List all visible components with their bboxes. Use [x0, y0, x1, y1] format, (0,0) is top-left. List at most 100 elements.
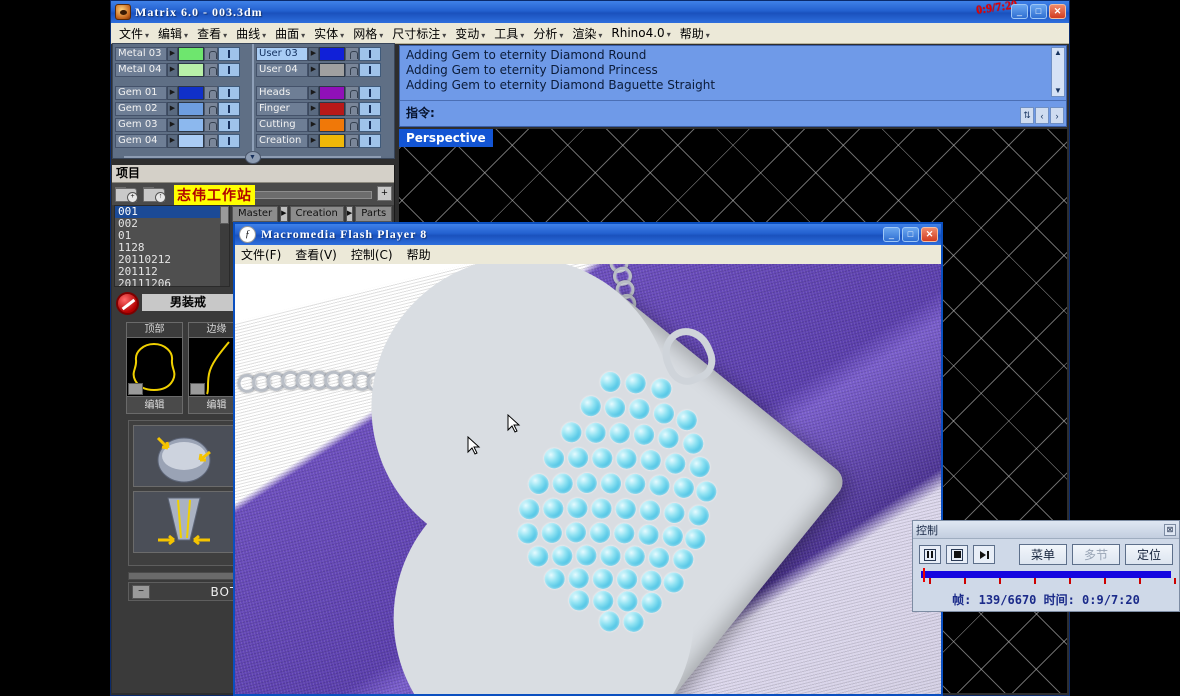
timeline-track[interactable]: [921, 568, 1171, 582]
layer-name[interactable]: Metal 03: [115, 46, 167, 61]
layer-expand-icon[interactable]: ▶: [308, 85, 319, 100]
layer-expand-icon[interactable]: ▶: [167, 46, 178, 61]
layer-visibility-icon[interactable]: [218, 85, 240, 100]
minimize-button[interactable]: _: [1011, 4, 1028, 19]
layer-expand-icon[interactable]: ▶: [167, 101, 178, 116]
lock-icon[interactable]: [204, 133, 218, 148]
layer-expand-icon[interactable]: ▶: [167, 133, 178, 148]
menu-render[interactable]: 渲染 ▾: [572, 25, 602, 42]
lock-icon[interactable]: [345, 117, 359, 132]
menu-mesh[interactable]: 网格 ▾: [353, 25, 383, 42]
menu-transform[interactable]: 变动 ▾: [455, 25, 485, 42]
layer-expand-icon[interactable]: ▶: [308, 46, 319, 61]
layer-row[interactable]: User 04 ▶: [256, 62, 389, 77]
locate-button[interactable]: 定位: [1125, 544, 1173, 565]
layer-visibility-icon[interactable]: [359, 85, 381, 100]
layer-name[interactable]: Gem 03: [115, 117, 167, 132]
layer-color-swatch[interactable]: [319, 117, 345, 132]
layer-visibility-icon[interactable]: [359, 101, 381, 116]
scroll-down-icon[interactable]: ▼: [1052, 86, 1064, 96]
layer-visibility-icon[interactable]: [359, 133, 381, 148]
flash-minimize-button[interactable]: _: [883, 227, 900, 242]
flash-menu-control[interactable]: 控制(C): [351, 246, 393, 263]
layer-expand-icon[interactable]: ▶: [308, 117, 319, 132]
browse-icon[interactable]: [128, 383, 143, 395]
layer-expand-icon[interactable]: ▶: [308, 133, 319, 148]
layer-name[interactable]: User 03: [256, 46, 308, 61]
lock-icon[interactable]: [345, 46, 359, 61]
scroll-up-icon[interactable]: ▲: [1052, 48, 1064, 58]
menu-edit[interactable]: 编辑 ▾: [158, 25, 188, 42]
lock-icon[interactable]: [345, 101, 359, 116]
layer-color-swatch[interactable]: [319, 46, 345, 61]
new-folder-icon[interactable]: +: [115, 186, 138, 203]
flash-stage[interactable]: [235, 264, 941, 694]
lock-icon[interactable]: [345, 85, 359, 100]
flash-menu-file[interactable]: 文件(F): [241, 246, 281, 263]
tool-ring-taper-top[interactable]: [133, 425, 234, 487]
layer-name[interactable]: Heads: [256, 85, 308, 100]
tab-creation[interactable]: Creation: [289, 206, 344, 222]
layer-visibility-icon[interactable]: [359, 117, 381, 132]
control-close-icon[interactable]: ⊠: [1164, 523, 1176, 536]
menu-tools[interactable]: 工具 ▾: [494, 25, 524, 42]
flash-close-button[interactable]: ✕: [921, 227, 938, 242]
layer-expand-icon[interactable]: ▶: [308, 101, 319, 116]
flash-maximize-button[interactable]: □: [902, 227, 919, 242]
layer-name[interactable]: Cutting: [256, 117, 308, 132]
project-list-scrollbar[interactable]: [220, 206, 229, 286]
list-item[interactable]: 20111206: [115, 278, 229, 287]
menu-analyze[interactable]: 分析 ▾: [533, 25, 563, 42]
layer-row[interactable]: Gem 02 ▶: [115, 101, 250, 116]
layer-row[interactable]: User 03 ▶: [256, 46, 389, 61]
command-prompt-row[interactable]: 指令: ⇅ ‹ ›: [400, 100, 1066, 124]
layer-name[interactable]: Gem 02: [115, 101, 167, 116]
layer-color-swatch[interactable]: [178, 101, 204, 116]
tool-shank-width[interactable]: [133, 491, 234, 553]
chevron-down-icon[interactable]: ▼: [244, 150, 261, 164]
layer-panel-collapse-bar[interactable]: ▼: [112, 150, 393, 164]
menu-surface[interactable]: 曲面 ▾: [275, 25, 305, 42]
menu-file[interactable]: 文件 ▾: [119, 25, 149, 42]
step-forward-button[interactable]: [973, 545, 995, 564]
control-titlebar[interactable]: 控制 ⊠: [913, 521, 1179, 539]
layer-row[interactable]: Metal 04 ▶: [115, 62, 250, 77]
stop-button[interactable]: [946, 545, 968, 564]
viewport-label[interactable]: Perspective: [399, 129, 493, 147]
layer-name[interactable]: Gem 01: [115, 85, 167, 100]
spinner-icon[interactable]: ⇅: [1020, 107, 1034, 124]
browse-icon[interactable]: [190, 383, 205, 395]
layer-row[interactable]: Cutting ▶: [256, 117, 389, 132]
menu-rhino40[interactable]: Rhino4.0 ▾: [611, 26, 670, 40]
layer-color-swatch[interactable]: [178, 117, 204, 132]
lock-icon[interactable]: [204, 46, 218, 61]
menu-help[interactable]: 帮助 ▾: [680, 25, 710, 42]
layer-row[interactable]: Gem 01 ▶: [115, 85, 250, 100]
layer-name[interactable]: Creation: [256, 133, 308, 148]
chevron-right-icon[interactable]: ▶: [345, 206, 354, 222]
shape-box-top[interactable]: 顶部 编辑: [126, 322, 183, 414]
layer-color-swatch[interactable]: [319, 133, 345, 148]
open-folder-icon[interactable]: ↑: [143, 186, 166, 203]
pause-button[interactable]: [919, 545, 941, 564]
project-file-list[interactable]: 001 002 01 1128 20110212 201112 20111206: [114, 205, 230, 287]
menu-view[interactable]: 查看 ▾: [197, 25, 227, 42]
layer-name[interactable]: Metal 04: [115, 62, 167, 77]
layer-visibility-icon[interactable]: [359, 62, 381, 77]
list-item[interactable]: 002: [115, 218, 229, 230]
layer-visibility-icon[interactable]: [218, 117, 240, 132]
layer-visibility-icon[interactable]: [218, 62, 240, 77]
layer-row[interactable]: Gem 03 ▶: [115, 117, 250, 132]
layer-row[interactable]: Gem 04 ▶: [115, 133, 250, 148]
layer-row[interactable]: Metal 03 ▶: [115, 46, 250, 61]
layer-row[interactable]: Finger ▶: [256, 101, 389, 116]
layer-color-swatch[interactable]: [319, 85, 345, 100]
lock-icon[interactable]: [204, 62, 218, 77]
shape-edit-button[interactable]: 编辑: [127, 396, 182, 414]
chevron-right-icon[interactable]: ▶: [280, 206, 288, 222]
layer-expand-icon[interactable]: ▶: [167, 62, 178, 77]
menu-solid[interactable]: 实体 ▾: [314, 25, 344, 42]
layer-visibility-icon[interactable]: [218, 133, 240, 148]
add-project-button[interactable]: +: [377, 186, 392, 201]
menu-button[interactable]: 菜单: [1019, 544, 1067, 565]
